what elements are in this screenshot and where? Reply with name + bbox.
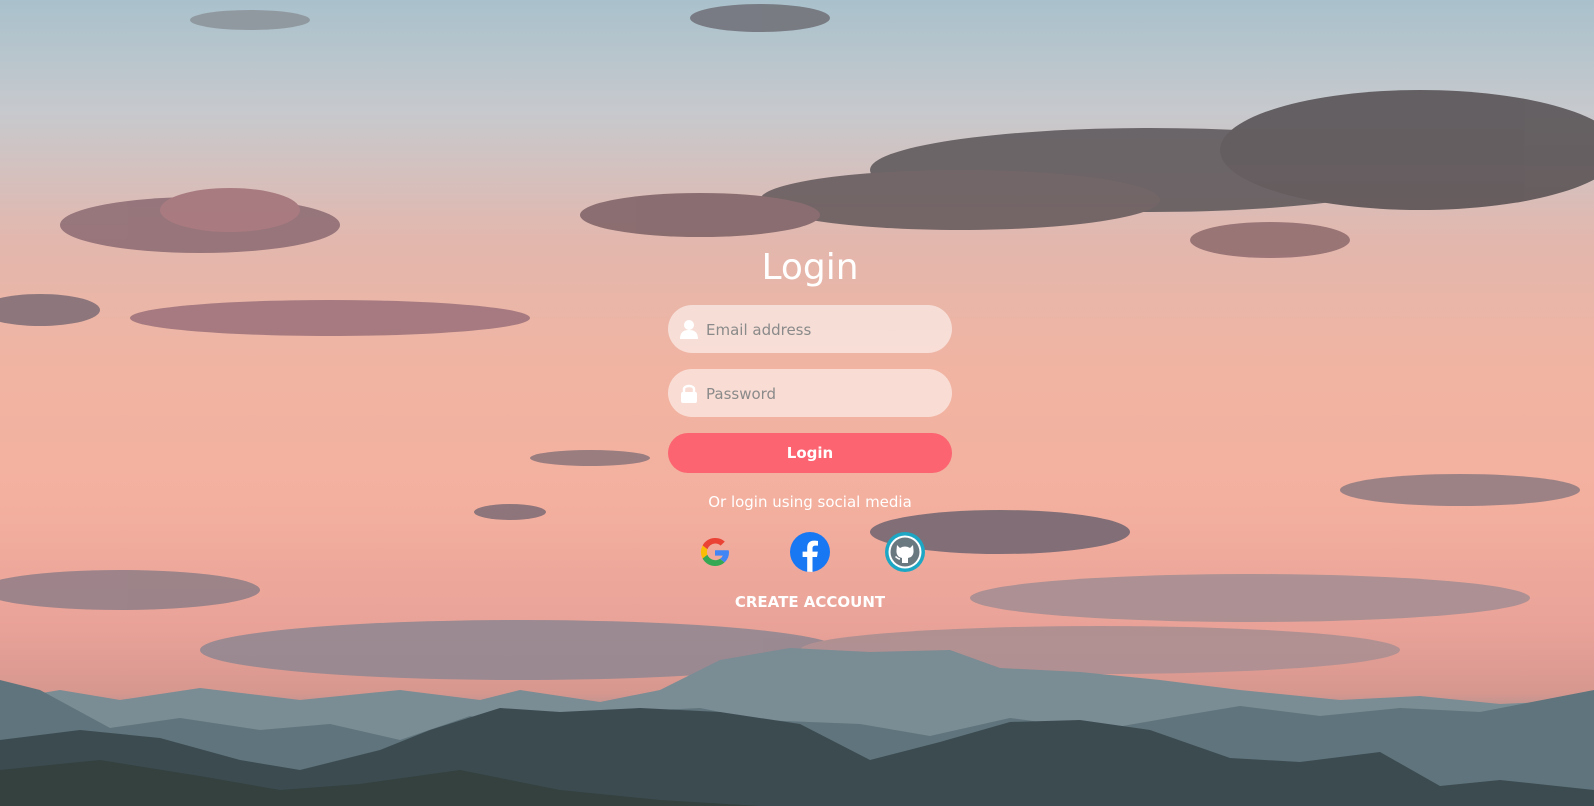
facebook-icon [790, 532, 830, 572]
github-icon [885, 532, 925, 572]
github-login-button[interactable] [884, 531, 926, 573]
google-icon [700, 537, 730, 567]
login-title: Login [761, 247, 859, 288]
email-field-wrapper [668, 305, 952, 355]
password-input[interactable] [704, 369, 944, 419]
google-login-button[interactable] [694, 531, 736, 573]
facebook-login-button[interactable] [789, 531, 831, 573]
password-field-wrapper [668, 369, 952, 419]
create-account-link[interactable]: CREATE ACCOUNT [668, 593, 952, 611]
login-panel: Login Login Or login using social media [668, 232, 952, 611]
social-login-row [668, 531, 952, 573]
social-login-text: Or login using social media [708, 493, 912, 511]
user-icon [680, 320, 698, 339]
login-button[interactable]: Login [668, 433, 952, 473]
email-input[interactable] [704, 305, 944, 355]
lock-icon [681, 384, 697, 403]
